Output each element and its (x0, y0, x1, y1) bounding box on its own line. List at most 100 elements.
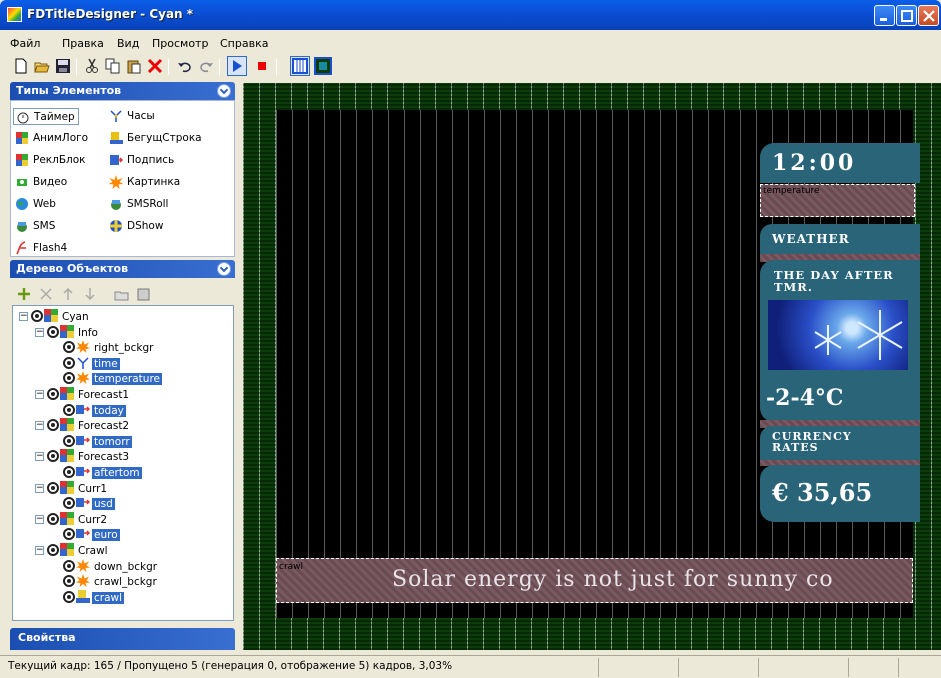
visibility-icon[interactable] (47, 481, 59, 494)
currency-title[interactable]: CURRENCY RATES (760, 426, 860, 462)
visibility-icon[interactable] (63, 434, 75, 447)
visibility-icon[interactable] (63, 466, 75, 478)
properties-panel-header[interactable]: Свойства (10, 628, 235, 650)
tree-node-crawl_bckgr[interactable]: crawl_bckgr (63, 574, 159, 589)
visibility-icon[interactable] (47, 450, 59, 463)
type-video[interactable]: Видео (13, 174, 67, 191)
tree-node-down_bckgr[interactable]: down_bckgr (63, 558, 159, 574)
visibility-icon[interactable] (63, 497, 75, 510)
expand-toggle[interactable]: − (35, 546, 44, 555)
collapse-icon[interactable] (217, 262, 231, 276)
type-anim-logo[interactable]: АнимЛого (13, 130, 88, 147)
menu-preview[interactable]: Просмотр (152, 37, 208, 50)
title-bar[interactable]: FDTitleDesigner - Cyan * (0, 0, 941, 30)
expand-toggle[interactable]: − (35, 452, 44, 462)
visibility-icon[interactable] (47, 512, 59, 525)
undo-icon[interactable] (177, 58, 193, 74)
type-sms-roll[interactable]: SMSRoll (107, 196, 168, 213)
type-sms[interactable]: SMS (13, 218, 55, 235)
visibility-icon[interactable] (63, 528, 75, 541)
tree-node-forecast2[interactable]: − Forecast2 (35, 418, 131, 433)
visibility-icon[interactable] (47, 544, 59, 556)
expand-toggle[interactable]: − (19, 312, 28, 321)
tree-node-aftertom[interactable]: aftertom (63, 465, 142, 480)
type-timer[interactable]: Таймер (13, 108, 79, 125)
stop-icon[interactable] (254, 58, 270, 74)
view-fill-icon[interactable] (314, 57, 332, 75)
tree-node-tomorr[interactable]: tomorr (63, 434, 132, 449)
maximize-button[interactable] (896, 5, 917, 26)
load-icon[interactable] (114, 286, 130, 302)
visibility-icon[interactable] (47, 388, 59, 400)
currency-value[interactable]: € 35,65 (760, 465, 920, 522)
tree-node-euro[interactable]: euro (63, 527, 120, 542)
tree-node-cyan[interactable]: − Cyan (19, 309, 91, 324)
menu-edit[interactable]: Правка (62, 37, 104, 50)
crawl-box[interactable]: crawl Solar energy is not just for sunny… (276, 558, 913, 603)
tree-node-usd[interactable]: usd (63, 496, 115, 511)
visibility-icon[interactable] (63, 356, 75, 369)
copy-icon[interactable] (105, 58, 121, 74)
tree-node-time[interactable]: time (63, 356, 120, 371)
tree-node-today[interactable]: today (63, 403, 126, 418)
remove-icon[interactable] (38, 286, 54, 302)
menu-file[interactable]: Файл (10, 37, 40, 50)
add-icon[interactable] (16, 286, 32, 302)
visibility-icon[interactable] (63, 575, 75, 588)
open-icon[interactable] (34, 58, 50, 74)
type-crawl[interactable]: БегущСтрока (107, 130, 202, 147)
preview-canvas[interactable]: 12:00 temperature WEATHER THE DAY AFTER … (243, 83, 941, 650)
forecast-box[interactable]: THE DAY AFTER TMR. -2-4°C (760, 260, 920, 422)
tree-node-info[interactable]: − Info (35, 324, 100, 340)
type-flash[interactable]: Flash4 (13, 240, 67, 257)
grid-view-button[interactable] (290, 56, 310, 76)
expand-toggle[interactable]: − (35, 390, 44, 399)
expand-toggle[interactable]: − (35, 514, 44, 524)
types-panel-header[interactable]: Типы Элементов (10, 82, 235, 100)
delete-icon[interactable] (147, 58, 163, 74)
type-clock[interactable]: Часы (107, 108, 155, 125)
tree-panel-header[interactable]: Дерево Объектов (10, 260, 235, 278)
tree-node-curr1[interactable]: − Curr1 (35, 480, 109, 496)
new-icon[interactable] (13, 58, 29, 74)
type-dshow[interactable]: DShow (107, 218, 163, 235)
minimize-button[interactable] (874, 5, 895, 26)
tree-node-right_bckgr[interactable]: right_bckgr (63, 340, 155, 355)
expand-toggle[interactable]: − (35, 421, 44, 431)
tree-node-forecast1[interactable]: − Forecast1 (35, 387, 131, 402)
type-caption[interactable]: Подпись (107, 152, 174, 169)
type-picture[interactable]: Картинка (107, 174, 180, 191)
temperature-box[interactable]: temperature (760, 184, 915, 217)
paste-icon[interactable] (126, 58, 142, 74)
tree-node-crawl[interactable]: crawl (63, 589, 125, 605)
play-button[interactable] (227, 56, 247, 76)
redo-icon[interactable] (198, 58, 214, 74)
tree-node-temperature[interactable]: temperature (63, 371, 162, 386)
type-web[interactable]: Web (13, 196, 56, 213)
visibility-icon[interactable] (31, 310, 43, 322)
visibility-icon[interactable] (47, 325, 59, 338)
close-button[interactable] (918, 5, 939, 26)
expand-toggle[interactable]: − (35, 483, 44, 493)
visibility-icon[interactable] (63, 403, 75, 416)
tree-node-curr2[interactable]: − Curr2 (35, 511, 109, 527)
move-down-icon[interactable] (82, 286, 98, 302)
visibility-icon[interactable] (63, 341, 75, 354)
collapse-icon[interactable] (217, 84, 231, 98)
save-tree-icon[interactable] (136, 286, 152, 302)
visibility-icon[interactable] (63, 590, 75, 603)
tree-node-forecast3[interactable]: − Forecast3 (35, 449, 131, 464)
visibility-icon[interactable] (63, 559, 75, 572)
weather-header[interactable]: WEATHER (760, 224, 920, 254)
menu-view[interactable]: Вид (117, 37, 139, 50)
menu-help[interactable]: Справка (220, 37, 268, 50)
tree-node-crawl[interactable]: − Crawl (35, 543, 110, 558)
save-icon[interactable] (55, 58, 71, 74)
type-ad-block[interactable]: РеклБлок (13, 152, 86, 169)
visibility-icon[interactable] (63, 372, 75, 385)
expand-toggle[interactable]: − (35, 327, 44, 337)
move-up-icon[interactable] (60, 286, 76, 302)
visibility-icon[interactable] (47, 419, 59, 432)
cut-icon[interactable] (84, 58, 100, 74)
time-display[interactable]: 12:00 (760, 143, 920, 183)
